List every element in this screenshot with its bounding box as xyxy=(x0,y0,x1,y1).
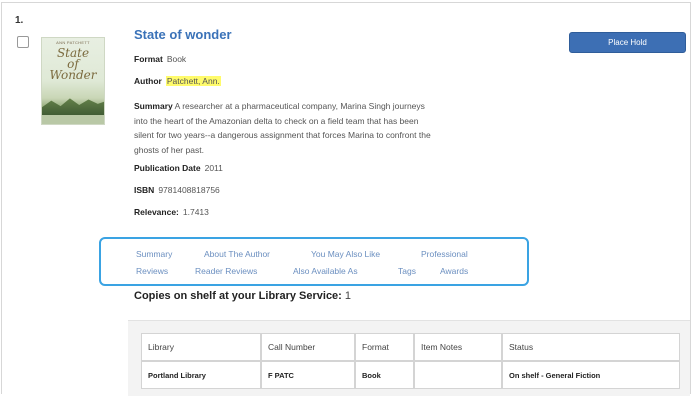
holdings-table: Library Call Number Format Item Notes St… xyxy=(141,333,680,389)
cell-call-number: F PATC xyxy=(261,361,355,389)
table-row: Portland Library F PATC Book On shelf - … xyxy=(141,361,680,389)
summary-field: Summary A researcher at a pharmaceutical… xyxy=(134,101,431,155)
select-checkbox[interactable] xyxy=(17,36,29,48)
book-title-link[interactable]: State of wonder xyxy=(134,27,232,42)
book-cover[interactable]: ANN PATCHETT State of Wonder xyxy=(42,38,104,124)
result-number: 1. xyxy=(15,15,24,26)
isbn-field: ISBN 9781408818756 xyxy=(134,185,220,195)
cell-status: On shelf - General Fiction xyxy=(502,361,680,389)
table-header-row: Library Call Number Format Item Notes St… xyxy=(141,333,680,361)
tab-reader-reviews[interactable]: Reader Reviews xyxy=(195,266,257,276)
tab-you-may-also-like[interactable]: You May Also Like xyxy=(311,249,380,259)
tab-professional-reviews-cont[interactable]: Reviews xyxy=(136,266,168,276)
author-link[interactable]: Patchett, Ann. xyxy=(165,76,221,86)
cover-trees xyxy=(42,98,104,116)
format-field: Format Book xyxy=(134,54,187,64)
cover-water xyxy=(42,115,104,124)
cell-library: Portland Library xyxy=(141,361,261,389)
cover-title-text: State of Wonder xyxy=(49,46,97,82)
place-hold-button[interactable]: Place Hold xyxy=(569,32,686,53)
tab-professional-reviews[interactable]: Professional xyxy=(421,249,468,259)
col-header-library: Library xyxy=(141,333,261,361)
tab-summary[interactable]: Summary xyxy=(136,249,172,259)
tab-about-author[interactable]: About The Author xyxy=(204,249,270,259)
col-header-format: Format xyxy=(355,333,414,361)
cell-item-notes xyxy=(414,361,502,389)
col-header-status: Status xyxy=(502,333,680,361)
author-field: Author Patchett, Ann. xyxy=(134,76,221,86)
cell-format: Book xyxy=(355,361,414,389)
copies-on-shelf: Copies on shelf at your Library Service:… xyxy=(134,290,352,302)
relevance-field: Relevance: 1.7413 xyxy=(134,207,209,217)
cover-author-text: ANN PATCHETT xyxy=(56,40,90,45)
col-header-item-notes: Item Notes xyxy=(414,333,502,361)
detail-tabs-box xyxy=(99,237,529,286)
pubdate-field: Publication Date 2011 xyxy=(134,163,223,173)
tab-also-available-as[interactable]: Also Available As xyxy=(293,266,358,276)
tab-tags[interactable]: Tags xyxy=(398,266,416,276)
tab-awards[interactable]: Awards xyxy=(440,266,468,276)
col-header-call-number: Call Number xyxy=(261,333,355,361)
